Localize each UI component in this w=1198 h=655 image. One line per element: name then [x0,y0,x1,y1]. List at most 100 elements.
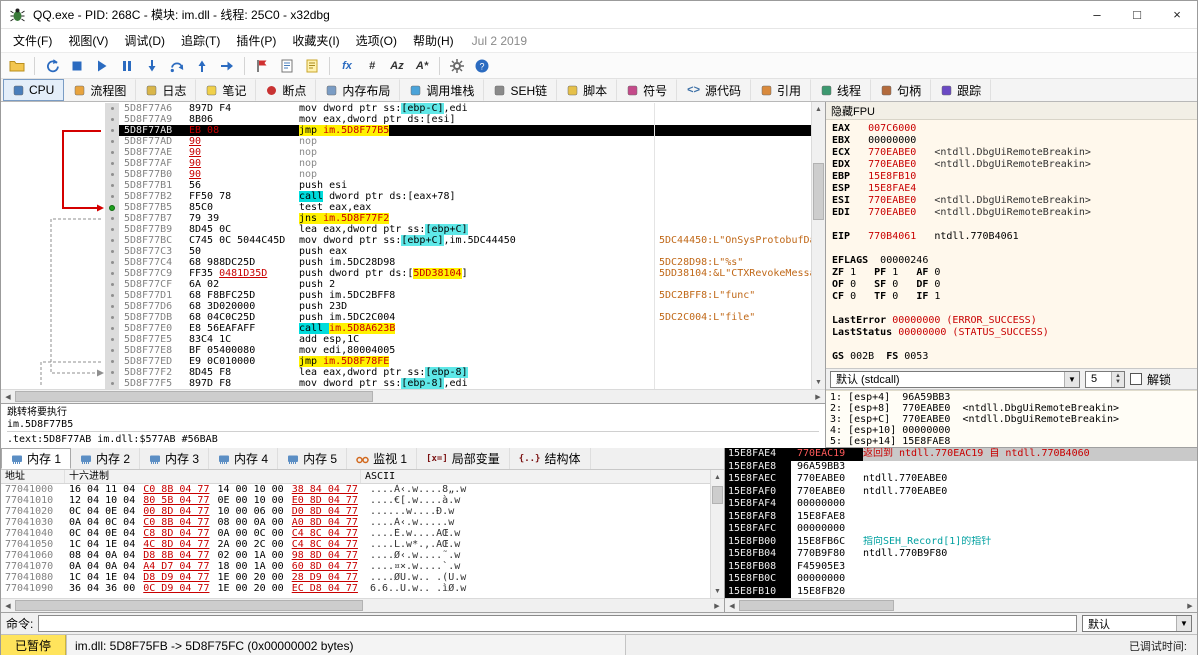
column-header-ascii[interactable]: ASCII [361,470,710,483]
disasm-row[interactable]: 5D8F77AB EB 08 jmp im.5D8F77B5 [1,125,811,136]
register-line[interactable]: GS 002B FS 0053 [832,351,1191,363]
disasm-row[interactable]: 5D8F77C3 50 push eax [1,246,811,257]
memory-row[interactable]: 77041070 0A 04 0A 04 A4 D7 04 77 18 00 1A 0… [1,561,710,572]
disasm-row[interactable]: 5D8F77A9 8B06 mov eax,dword ptr ds:[esi] [1,114,811,125]
memory-row[interactable]: 77041050 1C 04 1E 04 4C 8D 04 77 2A 00 2C 0… [1,539,710,550]
register-line[interactable]: LastStatus 00000000 (STATUS_SUCCESS) [832,327,1191,339]
disasm-row[interactable]: 5D8F77B7 79 39 jns im.5D8F77F2 [1,213,811,224]
breakpoint-gutter[interactable] [105,312,119,323]
tab-call-stack[interactable]: 调用堆栈 [400,79,485,101]
tab-references[interactable]: 引用 [751,79,812,101]
stack-arg-line[interactable]: 3: [esp+C] 770EABE0 <ntdll.DbgUiRemoteBr… [830,414,1193,425]
column-header-hex[interactable]: 十六进制 [65,470,361,483]
register-line[interactable] [832,243,1191,255]
assemble-button[interactable]: A* [410,55,434,77]
register-line[interactable]: LastError 00000000 (ERROR_SUCCESS) [832,315,1191,327]
scroll-left-icon[interactable]: ◀ [1,599,15,612]
column-header-address[interactable]: 地址 [1,470,65,483]
patches-button[interactable] [250,55,274,77]
spinner-arrows-icon[interactable]: ▲ ▼ [1111,371,1124,387]
tab-struct[interactable]: {..} 结构体 [510,448,591,469]
stack-row[interactable]: 15E8FAEC 770EABE0 ntdll.770EABE0 [725,473,1197,486]
register-line[interactable]: ESI 770EABE0 <ntdll.DbgUiRemoteBreakin> [832,195,1191,207]
register-line[interactable]: EDX 770EABE0 <ntdll.DbgUiRemoteBreakin> [832,159,1191,171]
breakpoint-gutter[interactable] [105,158,119,169]
patch-file-button[interactable]: # [360,55,384,77]
maximize-button[interactable]: □ [1117,1,1157,28]
tab-seh[interactable]: SEH链 [484,79,558,101]
disassembly-view[interactable]: 5D8F77A6 897D F4 mov dword ptr ss:[ebp-C],… [1,102,811,389]
disasm-row[interactable]: 5D8F77F5 897D F8 mov dword ptr ss:[ebp-8],… [1,378,811,389]
register-line[interactable]: EBX 00000000 [832,135,1191,147]
memory-row[interactable]: 77041080 1C 04 1E 04 D8 D9 04 77 1E 00 20 0… [1,572,710,583]
disasm-row[interactable]: 5D8F77D1 68 F8BFC25D push im.5DC2BFF8 5DC2B… [1,290,811,301]
breakpoint-gutter[interactable] [105,246,119,257]
menu-debug[interactable]: 调试(D) [116,29,173,52]
scroll-up-icon[interactable]: ▲ [812,102,825,116]
stack-view[interactable]: 15E8FAE4 770EAC19 返回到 ntdll.770EAC19 自 ntd… [725,448,1197,598]
menu-plugins[interactable]: 插件(P) [228,29,284,52]
breakpoint-gutter[interactable] [105,180,119,191]
tab-memory-map[interactable]: 内存布局 [316,79,401,101]
stack-row[interactable]: 15E8FAFC 00000000 [725,523,1197,536]
disasm-row[interactable]: 5D8F77DB 68 04C0C25D push im.5DC2C004 5DC2C… [1,312,811,323]
stack-row[interactable]: 15E8FAE8 96A59BB3 [725,460,1197,473]
stack-arg-line[interactable]: 4: [esp+10] 00000000 [830,425,1193,436]
register-line[interactable] [832,219,1191,231]
scroll-thumb[interactable] [712,486,723,504]
breakpoint-gutter[interactable] [105,334,119,345]
breakpoint-gutter[interactable] [105,290,119,301]
execute-till-return-button[interactable] [190,55,214,77]
tab-symbols[interactable]: 符号 [617,79,678,101]
disasm-row[interactable]: 5D8F77AE 90 nop [1,147,811,158]
hide-fpu-button[interactable]: 隐藏FPU [826,102,1197,120]
tab-trace[interactable]: 跟踪 [931,79,992,101]
disasm-row[interactable]: 5D8F77A6 897D F4 mov dword ptr ss:[ebp-C],… [1,103,811,114]
stack-row[interactable]: 15E8FB10 15E8FB20 [725,585,1197,598]
scroll-down-icon[interactable]: ▼ [711,584,724,598]
scroll-right-icon[interactable]: ▶ [1183,599,1197,612]
stack-row[interactable]: 15E8FB0C 00000000 [725,573,1197,586]
tab-watch-1[interactable]: 监视 1 [347,448,418,469]
breakpoint-gutter[interactable] [105,367,119,378]
register-line[interactable] [832,303,1191,315]
disasm-row[interactable]: 5D8F77B1 56 push esi [1,180,811,191]
memory-row[interactable]: 77041020 0C 04 0E 04 00 8D 04 77 10 00 06 0… [1,506,710,517]
breakpoint-gutter[interactable] [105,378,119,389]
settings-button[interactable] [445,55,469,77]
close-button[interactable]: × [1157,1,1197,28]
chevron-down-icon[interactable]: ▼ [1176,616,1191,631]
pause-button[interactable] [115,55,139,77]
command-input[interactable] [38,615,1077,632]
stack-row[interactable]: 15E8FAE4 770EAC19 返回到 ntdll.770EAC19 自 ntd… [725,448,1197,461]
scroll-track[interactable] [812,116,825,375]
disasm-row[interactable]: 5D8F77B5 85C0 test eax,eax [1,202,811,213]
breakpoint-gutter[interactable] [105,257,119,268]
scroll-right-icon[interactable]: ▶ [710,599,724,612]
disasm-row[interactable]: 5D8F77F2 8D45 F8 lea eax,dword ptr ss:[ebp… [1,367,811,378]
memory-row[interactable]: 77041030 0A 04 0C 04 C0 8B 04 77 08 00 0A 0… [1,517,710,528]
scroll-thumb[interactable] [15,600,363,611]
disasm-row[interactable]: 5D8F77C9 FF35 0481D35D push dword ptr ds:[… [1,268,811,279]
stack-row[interactable]: 15E8FB08 F45905E3 [725,560,1197,573]
menu-help[interactable]: 帮助(H) [405,29,462,52]
tab-dump-5[interactable]: 内存 5 [278,448,348,469]
log-button[interactable] [275,55,299,77]
memory-row[interactable]: 77041040 0C 04 0E 04 C8 8D 04 77 0A 00 0C 0… [1,528,710,539]
find-strings-button[interactable]: Az [385,55,409,77]
step-into-button[interactable] [140,55,164,77]
tab-dump-4[interactable]: 内存 4 [209,448,279,469]
registers-view[interactable]: EAX 007C6000 EBX 00000000 ECX 770EABE0 <nt… [826,120,1197,368]
disasm-row[interactable]: 5D8F77AD 90 nop [1,136,811,147]
stack-arguments-view[interactable]: 1: [esp+4] 96A59BB3 2: [esp+8] 770EABE0 <… [826,390,1197,447]
tab-cpu[interactable]: CPU [3,79,65,101]
stack-arg-line[interactable]: 1: [esp+4] 96A59BB3 [830,392,1193,403]
tab-locals[interactable]: [x=] 局部变量 [417,448,510,469]
register-line[interactable]: EFLAGS 00000246 [832,255,1191,267]
menu-trace[interactable]: 追踪(T) [173,29,228,52]
register-line[interactable]: ECX 770EABE0 <ntdll.DbgUiRemoteBreakin> [832,147,1191,159]
memory-row[interactable]: 77041090 36 04 36 00 0C D9 04 77 1E 00 20 0… [1,583,710,594]
disasm-row[interactable]: 5D8F77ED E9 0C010000 jmp im.5D8F78FE [1,356,811,367]
scroll-track[interactable] [15,390,811,403]
tab-breakpoints[interactable]: 断点 [256,79,317,101]
